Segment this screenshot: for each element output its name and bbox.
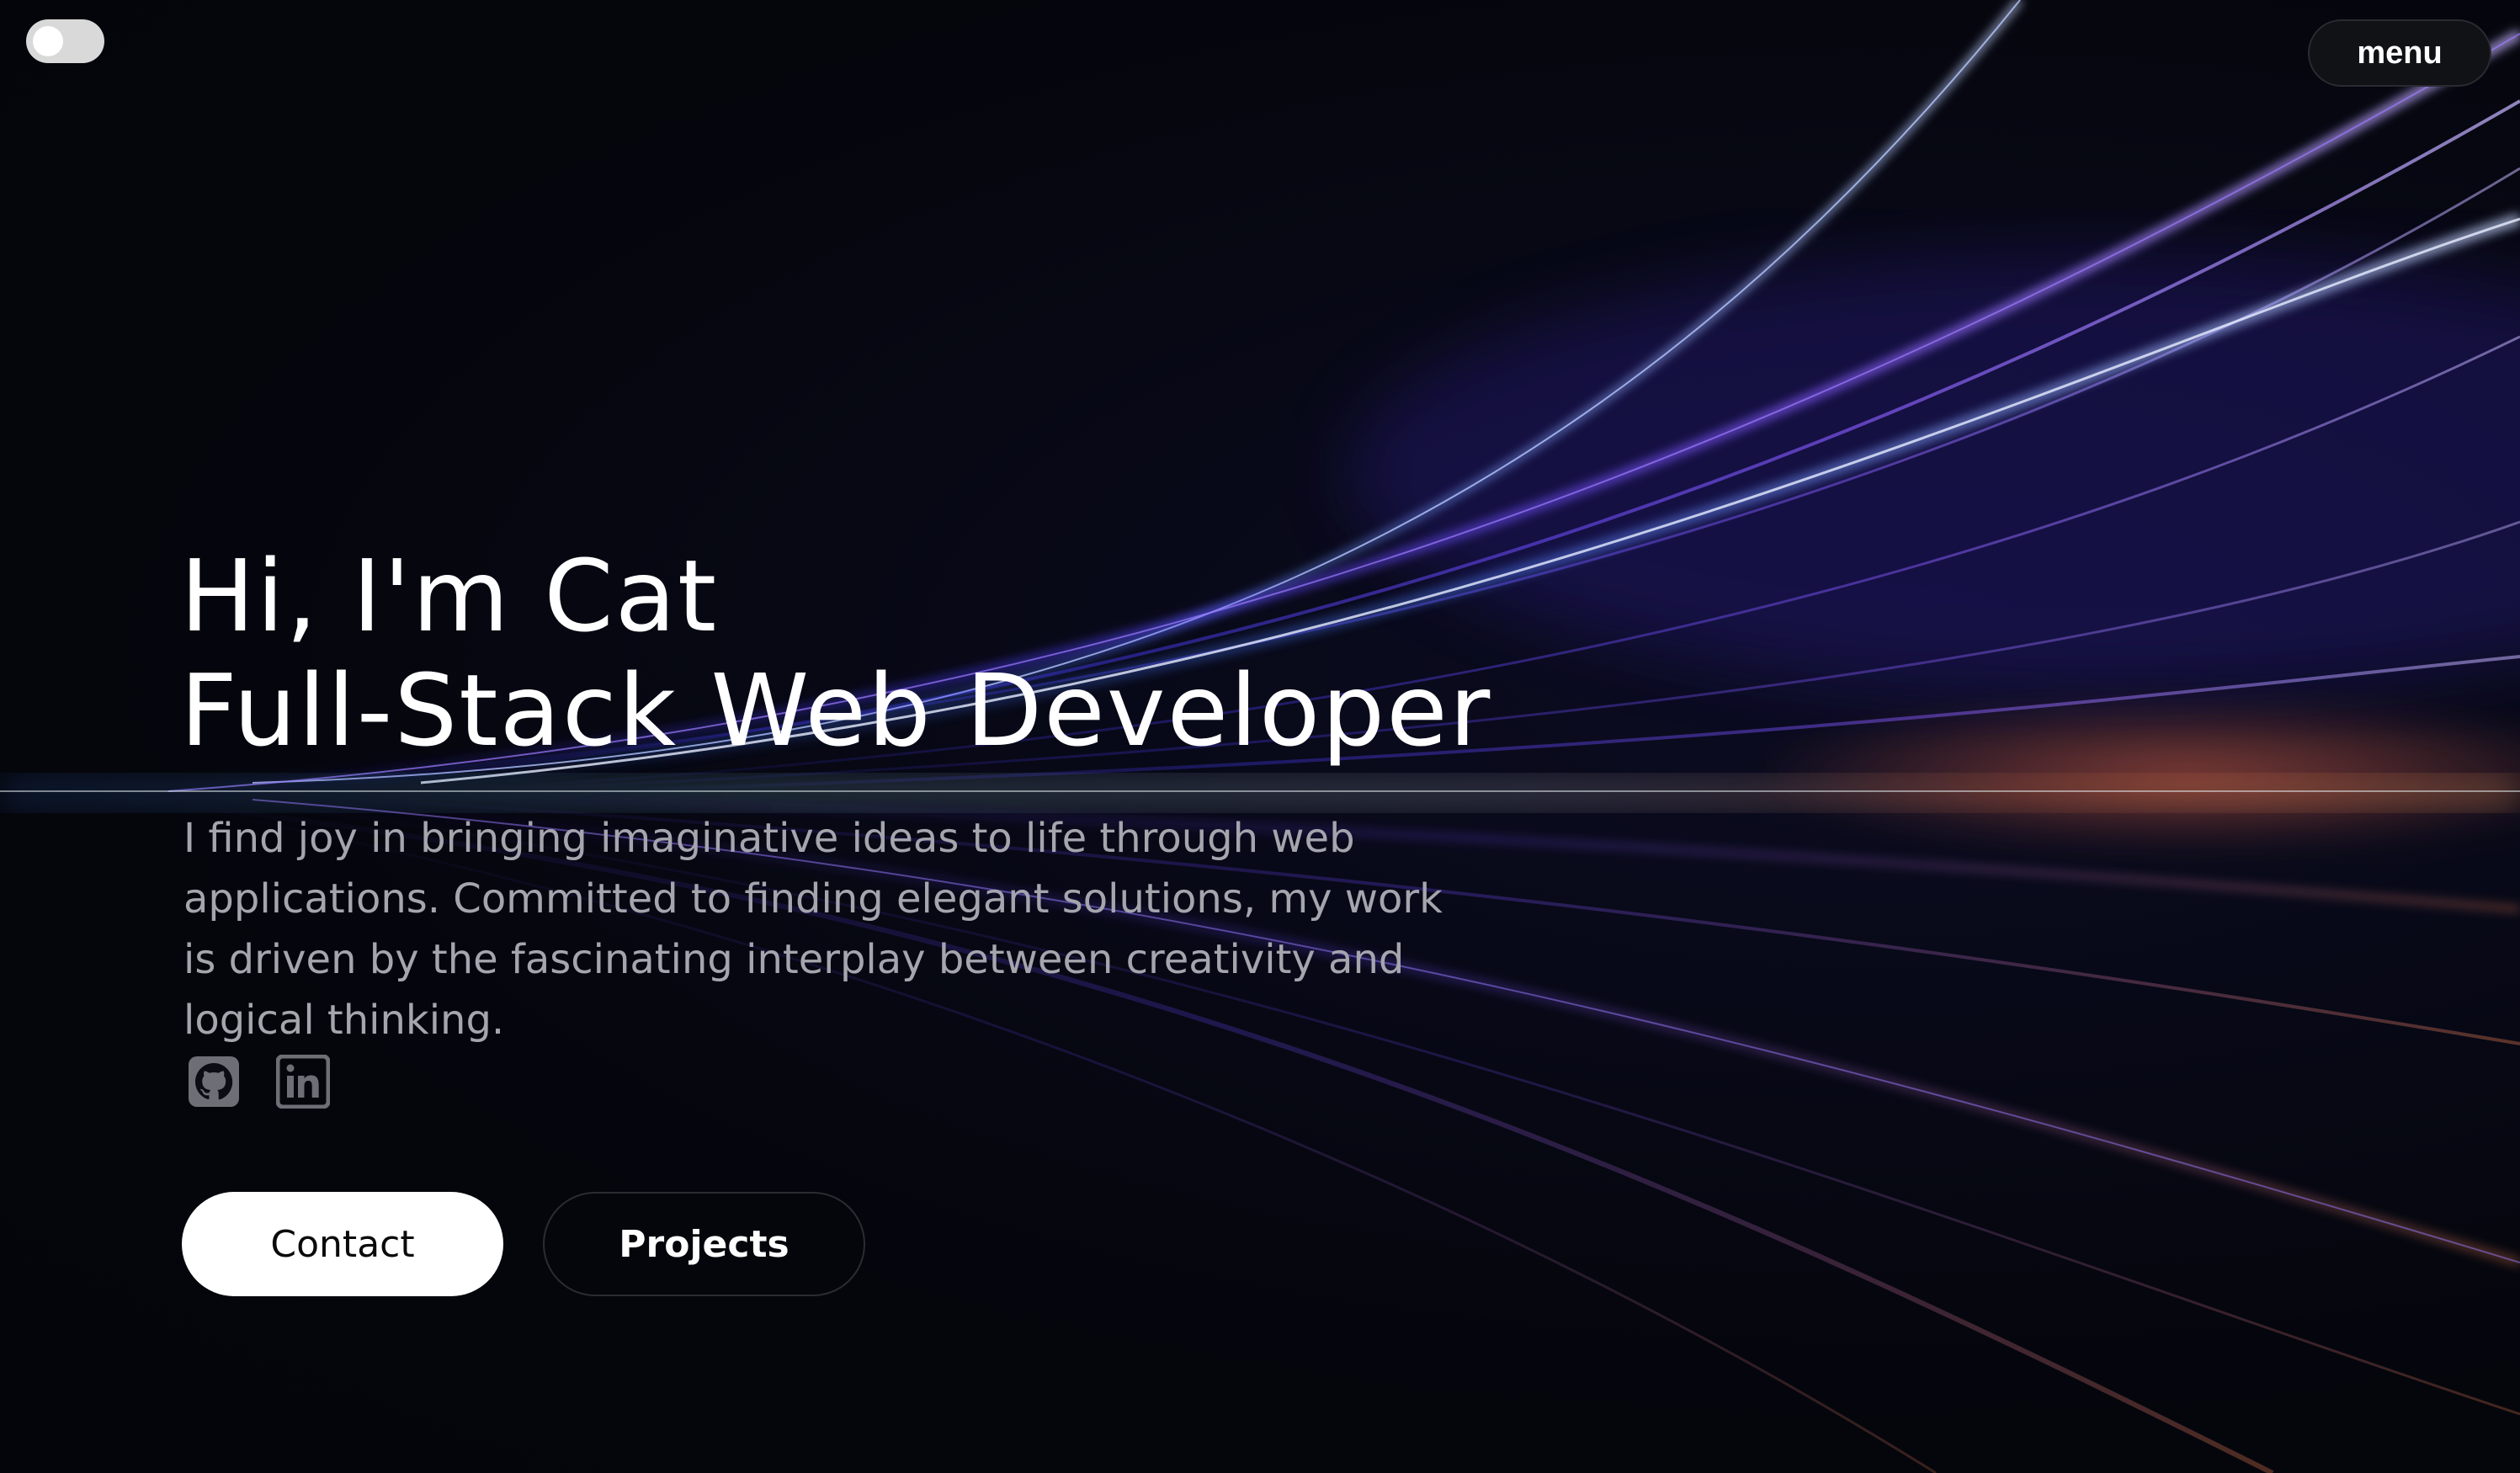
projects-button[interactable]: Projects (543, 1192, 865, 1296)
menu-button[interactable]: menu (2308, 19, 2491, 87)
hero-heading: Hi, I'm Cat Full-Stack Web Developer (180, 539, 1493, 768)
hero-greeting: Hi, I'm Cat (180, 538, 719, 654)
linkedin-icon[interactable] (276, 1055, 330, 1109)
hero-page: menu Hi, I'm Cat Full-Stack Web Develope… (0, 0, 2520, 1473)
theme-toggle[interactable] (26, 19, 104, 63)
github-icon[interactable] (187, 1055, 241, 1109)
social-links (187, 1055, 330, 1109)
toggle-knob (33, 26, 63, 56)
hero-description: I find joy in bringing imaginative ideas… (183, 815, 1443, 1044)
hero-role: Full-Stack Web Developer (180, 652, 1492, 768)
contact-button[interactable]: Contact (182, 1192, 503, 1296)
hero-section: Hi, I'm Cat Full-Stack Web Developer I f… (180, 539, 1493, 1050)
